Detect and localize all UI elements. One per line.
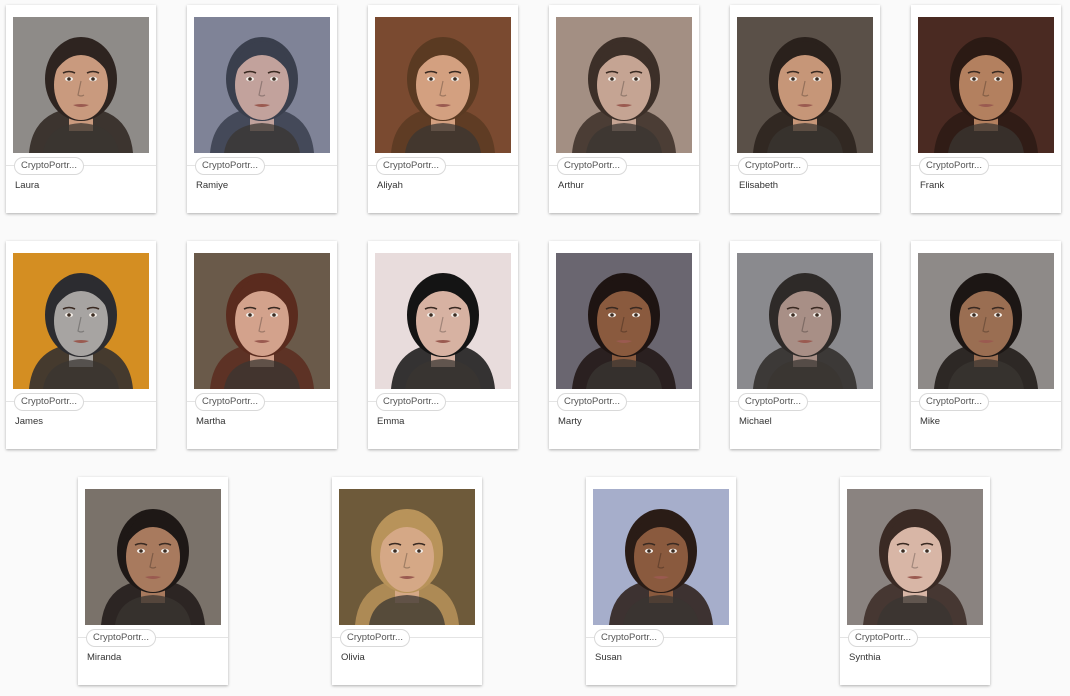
collection-chip[interactable]: CryptoPortr...	[340, 629, 410, 647]
portrait-image[interactable]	[375, 17, 511, 153]
portrait-name: Emma	[377, 416, 405, 427]
portrait-card[interactable]: CryptoPortr... Ramiye	[187, 5, 337, 213]
portrait-card[interactable]: CryptoPortr... Martha	[187, 241, 337, 449]
portrait-image[interactable]	[556, 17, 692, 153]
collection-chip[interactable]: CryptoPortr...	[848, 629, 918, 647]
portrait-card[interactable]: CryptoPortr... Frank	[911, 5, 1061, 213]
portrait-card[interactable]: CryptoPortr... Laura	[6, 5, 156, 213]
portrait-name: Miranda	[87, 652, 122, 663]
portrait-name: Marty	[558, 416, 582, 427]
portrait-card[interactable]: CryptoPortr... James	[6, 241, 156, 449]
portrait-image[interactable]	[13, 253, 149, 389]
collection-chip[interactable]: CryptoPortr...	[86, 629, 156, 647]
collection-chip[interactable]: CryptoPortr...	[738, 157, 808, 175]
portrait-image[interactable]	[737, 253, 873, 389]
collection-chip[interactable]: CryptoPortr...	[14, 157, 84, 175]
portrait-name: Frank	[920, 180, 945, 191]
portrait-name: Aliyah	[377, 180, 403, 191]
portrait-name: Martha	[196, 416, 226, 427]
portrait-image[interactable]	[556, 253, 692, 389]
portrait-image[interactable]	[13, 17, 149, 153]
portrait-name: Arthur	[558, 180, 584, 191]
portrait-name: James	[15, 416, 43, 427]
portrait-image[interactable]	[194, 253, 330, 389]
collection-chip[interactable]: CryptoPortr...	[594, 629, 664, 647]
collection-chip[interactable]: CryptoPortr...	[195, 157, 265, 175]
portrait-image[interactable]	[918, 253, 1054, 389]
portrait-image[interactable]	[737, 17, 873, 153]
collection-chip[interactable]: CryptoPortr...	[919, 393, 989, 411]
portrait-image[interactable]	[375, 253, 511, 389]
portrait-image[interactable]	[918, 17, 1054, 153]
portrait-image[interactable]	[194, 17, 330, 153]
collection-chip[interactable]: CryptoPortr...	[376, 157, 446, 175]
portrait-name: Elisabeth	[739, 180, 779, 191]
portrait-card[interactable]: CryptoPortr... Arthur	[549, 5, 699, 213]
portrait-image[interactable]	[85, 489, 221, 625]
portrait-card[interactable]: CryptoPortr... Susan	[586, 477, 736, 685]
collection-chip[interactable]: CryptoPortr...	[557, 393, 627, 411]
portrait-card[interactable]: CryptoPortr... Michael	[730, 241, 880, 449]
portrait-image[interactable]	[593, 489, 729, 625]
portrait-card[interactable]: CryptoPortr... Miranda	[78, 477, 228, 685]
portrait-name: Ramiye	[196, 180, 229, 191]
portrait-card[interactable]: CryptoPortr... Emma	[368, 241, 518, 449]
portrait-name: Mike	[920, 416, 941, 427]
collection-chip[interactable]: CryptoPortr...	[195, 393, 265, 411]
portrait-card[interactable]: CryptoPortr... Elisabeth	[730, 5, 880, 213]
portrait-name: Olivia	[341, 652, 365, 663]
portrait-name: Synthia	[849, 652, 881, 663]
collection-chip[interactable]: CryptoPortr...	[738, 393, 808, 411]
collection-chip[interactable]: CryptoPortr...	[919, 157, 989, 175]
portrait-card[interactable]: CryptoPortr... Olivia	[332, 477, 482, 685]
portrait-card[interactable]: CryptoPortr... Mike	[911, 241, 1061, 449]
portrait-name: Susan	[595, 652, 622, 663]
collection-chip[interactable]: CryptoPortr...	[557, 157, 627, 175]
portrait-card[interactable]: CryptoPortr... Synthia	[840, 477, 990, 685]
portrait-image[interactable]	[847, 489, 983, 625]
portrait-name: Michael	[739, 416, 772, 427]
collection-chip[interactable]: CryptoPortr...	[376, 393, 446, 411]
portrait-image[interactable]	[339, 489, 475, 625]
portrait-card[interactable]: CryptoPortr... Marty	[549, 241, 699, 449]
collection-chip[interactable]: CryptoPortr...	[14, 393, 84, 411]
portrait-name: Laura	[15, 180, 40, 191]
portrait-card[interactable]: CryptoPortr... Aliyah	[368, 5, 518, 213]
